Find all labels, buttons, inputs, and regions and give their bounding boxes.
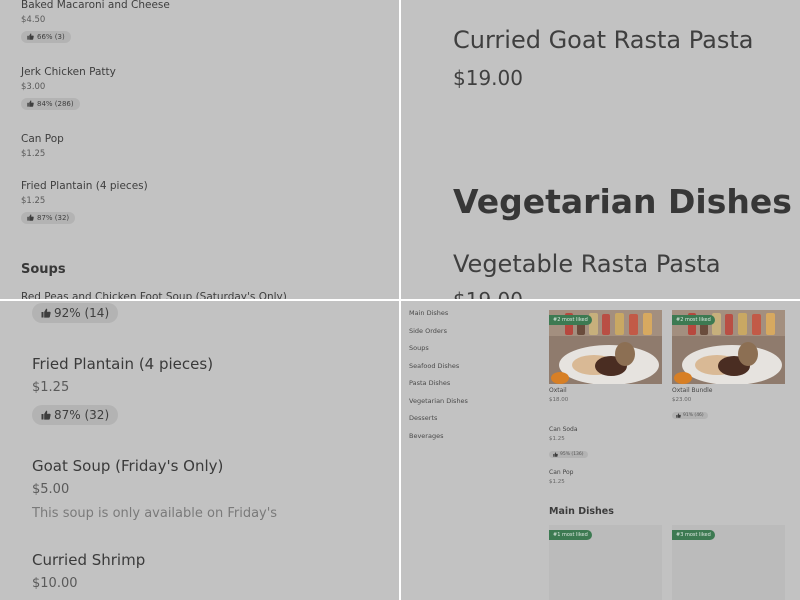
item-name: Can Soda — [549, 426, 578, 433]
thumbs-up-icon — [27, 214, 34, 221]
rating-badge: 92% (14) — [32, 303, 119, 323]
menu-item[interactable]: Can Pop $1.25 — [549, 466, 573, 485]
nav-item-main-dishes[interactable]: Main Dishes — [409, 309, 468, 327]
menu-item-card[interactable]: #2 most liked Oxtail Bundle $23.00 91% (… — [672, 310, 785, 422]
item-price: $4.50 — [21, 15, 46, 25]
store-page-pane: Main Dishes Side Orders Soups Seafood Di… — [401, 301, 800, 600]
menu-item[interactable]: Can Pop $1.25 — [21, 133, 64, 159]
menu-list-pane-small: Baked Macaroni and Cheese $4.50 66% (3) … — [0, 0, 399, 299]
rating-text: 92% (14) — [54, 306, 110, 320]
menu-item-card[interactable]: #2 most liked Oxtail $18.00 — [549, 310, 662, 403]
item-name: Jerk Chicken Patty — [21, 66, 116, 78]
most-liked-badge: #3 most liked — [672, 530, 715, 540]
item-price: $1.25 — [21, 149, 46, 159]
rating-badge: 87% (32) — [21, 211, 76, 224]
item-price: $5.00 — [32, 482, 70, 497]
menu-item[interactable]: Curried Shrimp $10.00 — [32, 551, 145, 591]
dish-name[interactable]: Curried Goat Rasta Pasta — [453, 26, 753, 54]
thumbs-up-icon — [41, 308, 51, 318]
menu-item[interactable]: Can Soda $1.25 95% (136) — [549, 423, 588, 461]
dish-name[interactable]: Vegetable Rasta Pasta — [453, 250, 721, 278]
rating-badge: 95% (136) — [549, 451, 588, 458]
rating-text: 87% (32) — [54, 408, 110, 422]
most-liked-badge: #1 most liked — [549, 530, 592, 540]
menu-item-name-partial[interactable]: Red Peas and Chicken Foot Soup (Saturday… — [21, 291, 287, 299]
thumbs-up-icon — [553, 452, 558, 457]
item-name: Fried Plantain (4 pieces) — [21, 180, 148, 192]
most-liked-badge: #2 most liked — [672, 315, 715, 325]
item-name: Baked Macaroni and Cheese — [21, 0, 170, 11]
item-price: $18.00 — [549, 397, 569, 403]
item-price: $1.25 — [32, 380, 70, 395]
nav-item-seafood-dishes[interactable]: Seafood Dishes — [409, 362, 468, 380]
item-name: Fried Plantain (4 pieces) — [32, 355, 214, 373]
dish-price: $19.00 — [453, 66, 523, 90]
rating-text: 66% (3) — [37, 32, 65, 41]
item-name: Oxtail Bundle — [672, 387, 713, 394]
item-name: Oxtail — [549, 387, 567, 394]
menu-list-pane-medium: 92% (14) Fried Plantain (4 pieces) $1.25… — [0, 301, 399, 600]
food-photo: #2 most liked — [672, 310, 785, 384]
menu-item-card-loading[interactable]: #1 most liked — [549, 525, 662, 600]
nav-item-soups[interactable]: Soups — [409, 344, 468, 362]
item-name: Curried Shrimp — [32, 551, 146, 569]
thumbs-up-icon — [27, 100, 34, 107]
item-name: Can Pop — [21, 133, 64, 145]
most-liked-badge: #2 most liked — [549, 315, 592, 325]
menu-item-card-loading[interactable]: #3 most liked — [672, 525, 785, 600]
item-price: $23.00 — [672, 397, 692, 403]
item-price: $3.00 — [21, 82, 46, 92]
nav-item-side-orders[interactable]: Side Orders — [409, 327, 468, 345]
menu-item[interactable]: Goat Soup (Friday's Only) $5.00 This sou… — [32, 457, 277, 521]
item-description: This soup is only available on Friday's — [32, 506, 278, 521]
rating-text: 84% (286) — [37, 99, 74, 108]
dish-price-partial: $19.00 — [453, 288, 523, 299]
item-price: $1.25 — [21, 196, 46, 206]
item-name: Goat Soup (Friday's Only) — [32, 457, 224, 475]
thumbs-up-icon — [41, 410, 51, 420]
nav-item-beverages[interactable]: Beverages — [409, 432, 468, 450]
menu-item[interactable]: Fried Plantain (4 pieces) $1.25 — [32, 355, 213, 395]
category-nav: Main Dishes Side Orders Soups Seafood Di… — [409, 309, 468, 449]
section-heading: Main Dishes — [549, 506, 614, 517]
food-photo: #2 most liked — [549, 310, 662, 384]
rating-badge: 91% (46) — [672, 412, 708, 419]
nav-item-vegetarian-dishes[interactable]: Vegetarian Dishes — [409, 397, 468, 415]
item-price: $10.00 — [32, 576, 78, 591]
rating-badge: 84% (286) — [21, 97, 80, 110]
rating-badge: 66% (3) — [21, 30, 71, 43]
section-heading: Soups — [21, 262, 66, 277]
rating-badge: 87% (32) — [32, 405, 119, 425]
rating-text: 95% (136) — [560, 452, 584, 457]
thumbs-up-icon — [676, 413, 681, 418]
menu-item[interactable]: Baked Macaroni and Cheese $4.50 66% (3) — [21, 0, 170, 44]
nav-item-desserts[interactable]: Desserts — [409, 414, 468, 432]
menu-item[interactable]: Fried Plantain (4 pieces) $1.25 87% (32) — [21, 180, 148, 225]
item-price: $1.25 — [549, 436, 565, 442]
rating-text: 87% (32) — [37, 213, 70, 222]
menu-item[interactable]: Jerk Chicken Patty $3.00 84% (286) — [21, 66, 116, 111]
item-name: Can Pop — [549, 469, 574, 476]
screenshot-collage: Baked Macaroni and Cheese $4.50 66% (3) … — [0, 0, 800, 600]
zoomed-menu-pane: Curried Goat Rasta Pasta $19.00 Vegetari… — [401, 0, 800, 299]
nav-item-pasta-dishes[interactable]: Pasta Dishes — [409, 379, 468, 397]
thumbs-up-icon — [27, 33, 34, 40]
rating-text: 91% (46) — [683, 413, 704, 418]
section-heading: Vegetarian Dishes — [453, 182, 792, 221]
item-price: $1.25 — [549, 479, 565, 485]
